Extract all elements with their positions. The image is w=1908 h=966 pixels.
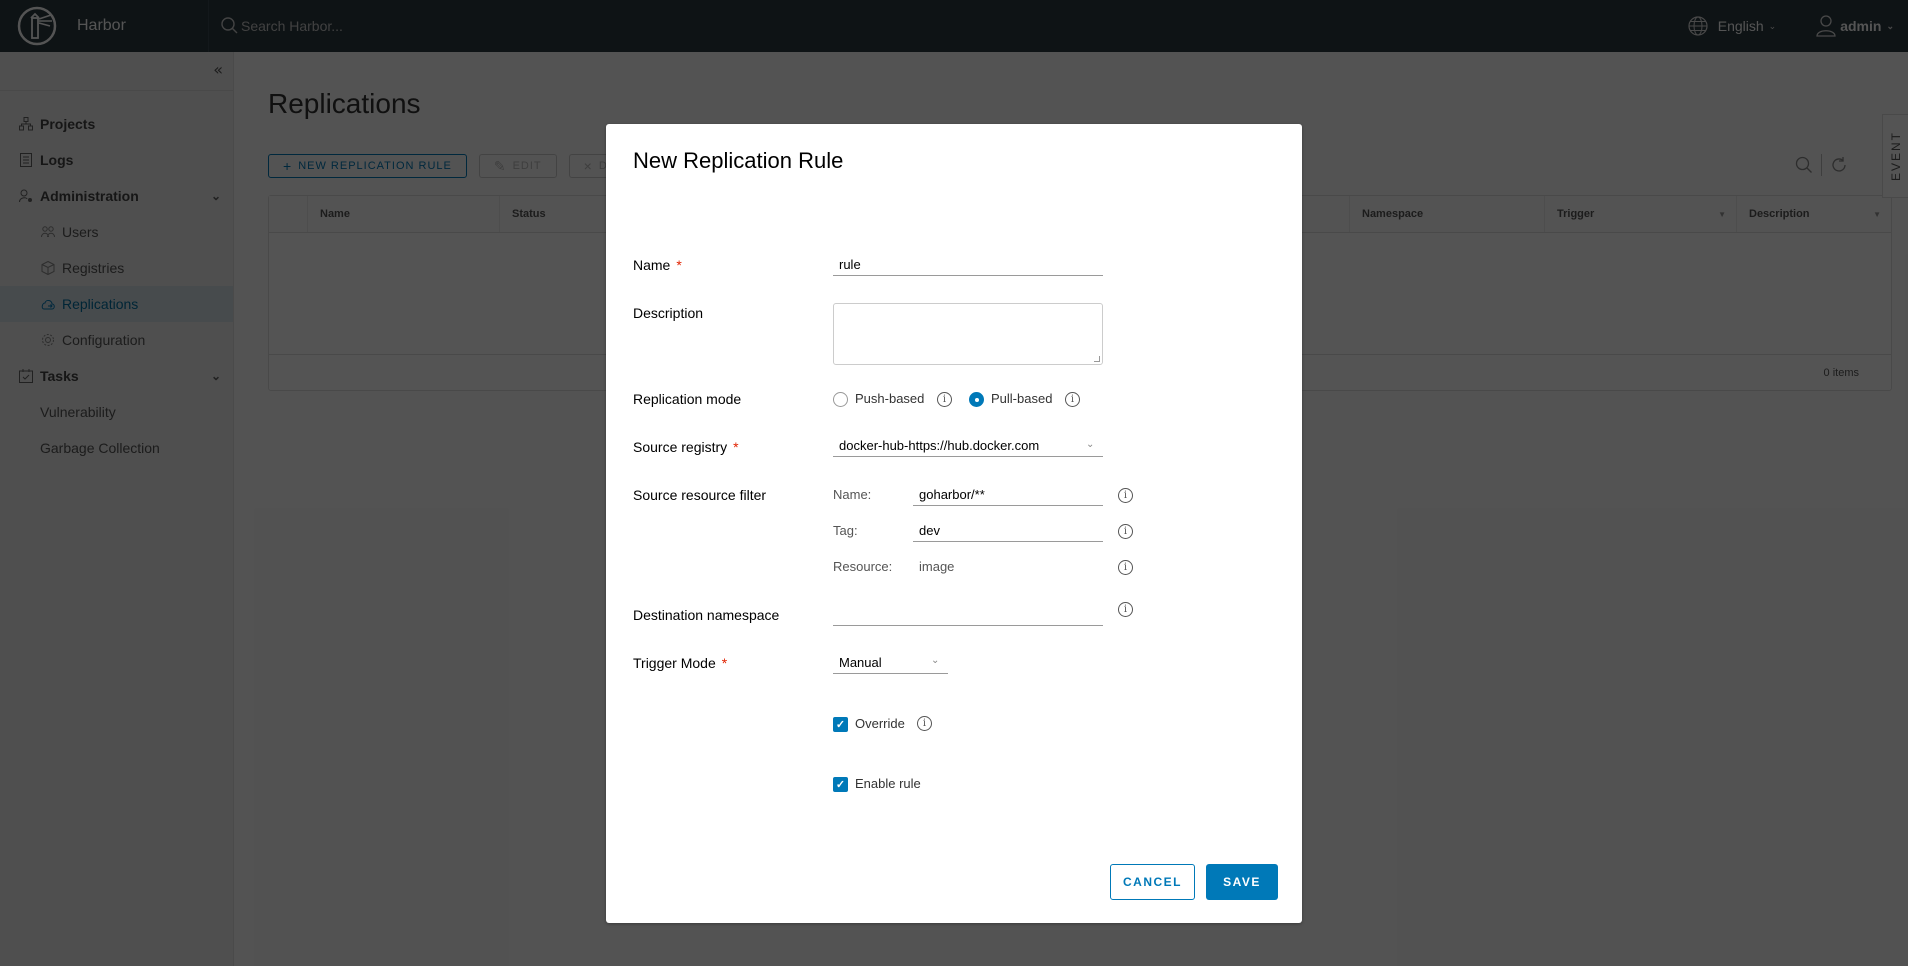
push-based-label: Push-based [855, 391, 925, 406]
selected-value: Manual [839, 655, 882, 670]
info-icon[interactable]: i [1118, 524, 1133, 539]
destination-namespace-input[interactable] [833, 604, 1103, 626]
destination-namespace-label: Destination namespace [633, 607, 780, 623]
filter-resource-value: image [919, 559, 955, 574]
name-label: Name * [633, 257, 682, 273]
enable-rule-label: Enable rule [855, 776, 921, 791]
source-resource-filter-label: Source resource filter [633, 487, 767, 503]
info-icon[interactable]: i [937, 392, 952, 407]
new-replication-rule-dialog: New Replication Rule Name * rule Descript… [606, 124, 1302, 923]
push-based-radio[interactable] [833, 392, 848, 407]
trigger-mode-label: Trigger Mode * [633, 655, 728, 671]
filter-name-label: Name: [833, 487, 872, 502]
cancel-button[interactable]: CANCEL [1110, 864, 1195, 900]
required-mark: * [721, 655, 728, 671]
required-mark: * [676, 257, 682, 273]
override-checkbox[interactable]: ✓ [833, 717, 848, 732]
filter-tag-label: Tag: [833, 523, 858, 538]
override-label: Override [855, 716, 905, 731]
filter-name-input[interactable]: goharbor/** [913, 484, 1103, 506]
pull-based-label: Pull-based [991, 391, 1053, 406]
source-registry-select[interactable]: docker-hub-https://hub.docker.com [833, 435, 1103, 457]
description-label: Description [633, 305, 704, 321]
pull-based-radio[interactable] [969, 392, 984, 407]
resize-handle[interactable] [1094, 356, 1100, 362]
replication-mode-label: Replication mode [633, 391, 742, 407]
name-input[interactable]: rule [833, 254, 1103, 276]
info-icon[interactable]: i [917, 716, 932, 731]
info-icon[interactable]: i [1065, 392, 1080, 407]
chevron-down-icon: ⌄ [1086, 439, 1095, 450]
info-icon[interactable]: i [1118, 602, 1133, 617]
save-button[interactable]: SAVE [1206, 864, 1278, 900]
source-registry-label: Source registry * [633, 439, 739, 455]
description-textarea[interactable] [833, 303, 1103, 365]
required-mark: * [733, 439, 739, 455]
info-icon[interactable]: i [1118, 488, 1133, 503]
info-icon[interactable]: i [1118, 560, 1133, 575]
chevron-down-icon: ⌄ [931, 655, 940, 666]
filter-resource-label: Resource: [833, 559, 893, 574]
enable-rule-checkbox[interactable]: ✓ [833, 777, 848, 792]
selected-value: docker-hub-https://hub.docker.com [839, 438, 1040, 453]
filter-tag-input[interactable]: dev [913, 520, 1103, 542]
dialog-title: New Replication Rule [633, 148, 844, 173]
